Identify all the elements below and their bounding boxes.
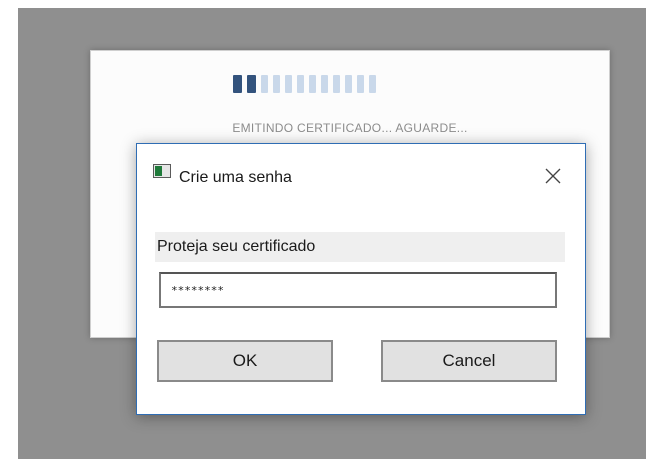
progress-segment-empty [321,75,328,93]
create-password-dialog: Crie uma senha Proteja seu certificado O… [136,143,586,415]
progress-segment-empty [285,75,292,93]
progress-segment-filled [233,75,242,93]
progress-bar [233,75,376,93]
dialog-title-bar: Crie uma senha [137,144,585,210]
progress-status-text: EMITINDO CERTIFICADO... AGUARDE... [232,121,468,135]
progress-segment-empty [345,75,352,93]
progress-segment-empty [273,75,280,93]
progress-segment-empty [297,75,304,93]
dialog-title: Crie uma senha [179,169,292,186]
progress-segment-filled [247,75,256,93]
password-input[interactable] [159,272,557,308]
ok-button[interactable]: OK [157,340,333,382]
close-button[interactable] [535,158,571,194]
progress-segment-empty [261,75,268,93]
certificate-app-icon [153,164,171,178]
progress-segment-empty [357,75,364,93]
progress-segment-empty [369,75,376,93]
password-prompt-label: Proteja seu certificado [155,232,565,262]
progress-segment-empty [333,75,340,93]
close-icon [545,168,561,184]
progress-segment-empty [309,75,316,93]
cancel-button[interactable]: Cancel [381,340,557,382]
